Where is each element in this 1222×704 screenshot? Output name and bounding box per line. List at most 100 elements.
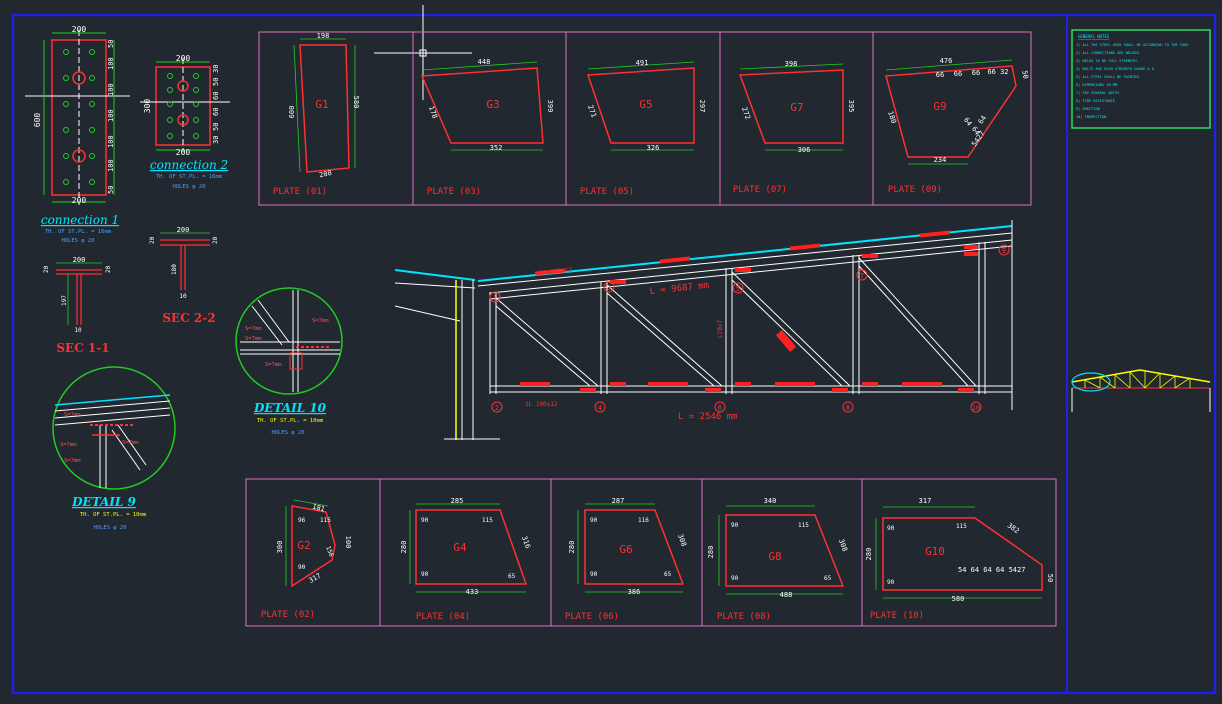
plate-07-label: PLATE (07) [733, 185, 787, 195]
detail-9-weld-1: S=7mm [64, 412, 81, 418]
connection-2-dim-r3: 60 [212, 108, 220, 116]
truss-node-9: 9 [1002, 247, 1006, 255]
connection-1-sub: TH. OF ST.PL. = 16mm [45, 229, 112, 235]
plate-g7-dim-3: 306 [798, 146, 811, 154]
plate-g4-dim-5: 115 [482, 517, 493, 524]
plate-g10-dim-5: 115 [956, 523, 967, 530]
detail-9-weld-3: S=7mm [64, 458, 81, 464]
detail-9-drawing [52, 366, 176, 490]
connection-1-title: connection 1 [41, 213, 119, 227]
plate-g10-name: G10 [925, 545, 945, 558]
note-0: 1) ALL THE STEEL USED SHALL BE ACCORDING… [1076, 43, 1189, 47]
detail-10-weld-1: S=7mm [312, 318, 329, 324]
detail-9-sub: TH. OF ST.PL. = 10mm [80, 512, 147, 518]
plate-g8-dim-6: 90 [731, 575, 739, 582]
detail-9-weld-4: S=7mm [122, 440, 139, 446]
plate-g4-dim-4: 90 [421, 517, 429, 524]
plate-03-label: PLATE (03) [427, 187, 481, 197]
connection-1-dim-r4: 100 [107, 135, 115, 148]
connection-2-dim-r0: 30 [212, 65, 220, 73]
plate-g8-dim-3: 488 [780, 591, 793, 599]
plate-g2-name: G2 [297, 539, 310, 552]
sec-1-1-dim-top: 200 [73, 256, 86, 264]
plate-g2-dim-0: 300 [276, 541, 284, 554]
note-8: 9) ERECTION [1076, 107, 1100, 111]
notes-title: GENERAL NOTES [1078, 34, 1110, 39]
plate-06-label: PLATE (06) [565, 612, 619, 622]
plate-g4-dim-3: 433 [466, 588, 479, 596]
plate-g10-dim-2: 382 [1006, 521, 1021, 535]
truss-chord-label: 2L 100x12 [539, 267, 572, 277]
truss-top-length: L = 9687 mm [649, 281, 709, 297]
plate-09-label: PLATE (09) [888, 185, 942, 195]
truss-node-2: 6 [718, 404, 722, 412]
detail-10-weld-4: S=7mm [265, 362, 282, 368]
plate-05-label: PLATE (05) [580, 187, 634, 197]
truss-bottom-length: L = 2546 mm [678, 412, 738, 422]
plate-g2-dim-1: 181 [311, 503, 325, 514]
plate-g3-dim-3: 352 [490, 144, 503, 152]
plate-g9-dim-10: 64 [977, 114, 988, 126]
plate-04-label: PLATE (04) [416, 612, 470, 622]
plate-g9-dim-0: 476 [940, 57, 953, 65]
notes-list: 1) ALL THE STEEL USED SHALL BE ACCORDING… [1076, 43, 1189, 119]
detail-10-weld-2: S=7mm [245, 326, 262, 332]
truss-node-8: 7 [860, 272, 864, 280]
plate-g9-name: G9 [933, 100, 946, 113]
truss-elevation [394, 220, 1013, 440]
plate-g6-dim-2: 308 [676, 533, 688, 548]
plate-g10-dim-6: 90 [887, 579, 895, 586]
truss-node-5: 1 [493, 294, 497, 302]
connection-1-dims-right: 50 100 100 100 100 100 50 [107, 40, 115, 194]
plate-g2-dim-5: 90 [298, 564, 306, 571]
plate-g10-dim-7: 54 64 64 64 5427 [958, 566, 1025, 574]
truss-node-7: 5 [736, 285, 740, 293]
plate-g1-name: G1 [315, 98, 328, 111]
plate-g9-dim-5: 66 [954, 70, 962, 78]
plate-g9-dim-6: 66 [972, 69, 980, 77]
plate-g9-dim-7: 66 32 [987, 68, 1008, 76]
plate-g6-dim-6: 90 [590, 571, 598, 578]
connection-2-dim-r1: 50 [212, 78, 220, 86]
plate-g10-dim-4: 90 [887, 525, 895, 532]
sec-1-1-drawing [56, 262, 102, 325]
crosshair-cursor-icon [374, 5, 472, 100]
plate-g1-dim-2: 580 [352, 96, 360, 109]
plate-g8-dim-0: 340 [764, 497, 777, 505]
note-6: 7) SEE GENERAL NOTES [1076, 91, 1119, 95]
plate-g5-name: G5 [639, 98, 652, 111]
plate-g10-dim-0: 317 [919, 497, 932, 505]
plate-g6-dim-4: 90 [590, 517, 598, 524]
plate-g8-dim-7: 65 [824, 575, 832, 582]
note-9: 10) INSPECTION [1076, 115, 1106, 119]
plate-g5-dim-0: 491 [636, 59, 649, 67]
plate-g4-dim-7: 65 [508, 573, 516, 580]
plate-g4-dim-2: 316 [520, 535, 532, 550]
connection-2-title: connection 2 [150, 158, 228, 172]
plate-g6-dim-7: 65 [664, 571, 672, 578]
sec-2-2-title: SEC 2-2 [162, 311, 215, 325]
sec-2-2-d4: 10 [179, 293, 187, 300]
detail-9-title: DETAIL 9 [71, 495, 136, 509]
connection-1-dim-r3: 100 [107, 109, 115, 122]
detail-9-holes: HOLES φ 20 [93, 525, 126, 531]
plate-g3-dim-0: 448 [478, 58, 491, 66]
truss-node-3: 8 [846, 404, 850, 412]
plate-g4-dim-1: 280 [400, 541, 408, 554]
plate-g2-dim-2: 100 [344, 536, 352, 549]
plate-g9-dim-3: 234 [934, 156, 947, 164]
connection-1-dim-r2: 100 [107, 83, 115, 96]
plate-g1-dim-0: 198 [317, 32, 330, 40]
plate-g6-dim-1: 280 [568, 541, 576, 554]
plate-g6-dim-0: 287 [612, 497, 625, 505]
plate-g9-dim-8: 64 [962, 116, 973, 128]
connection-2-sub: TH. OF ST.PL. = 16mm [156, 174, 223, 180]
cad-drawing-canvas[interactable]: 200 200 600 50 100 100 100 100 100 50 co… [0, 0, 1222, 704]
plate-g7-dim-2: 395 [847, 100, 855, 113]
plate-g3-name: G3 [486, 98, 499, 111]
note-2: 3) WELDS TO BE FULL STRENGTH [1076, 59, 1137, 63]
plate-g1-dim-1: 600 [288, 106, 296, 119]
plate-g9-dim-2: 50 [1020, 70, 1029, 80]
truss-member-label: L70x7 [717, 320, 724, 338]
plate-08-label: PLATE (08) [717, 612, 771, 622]
